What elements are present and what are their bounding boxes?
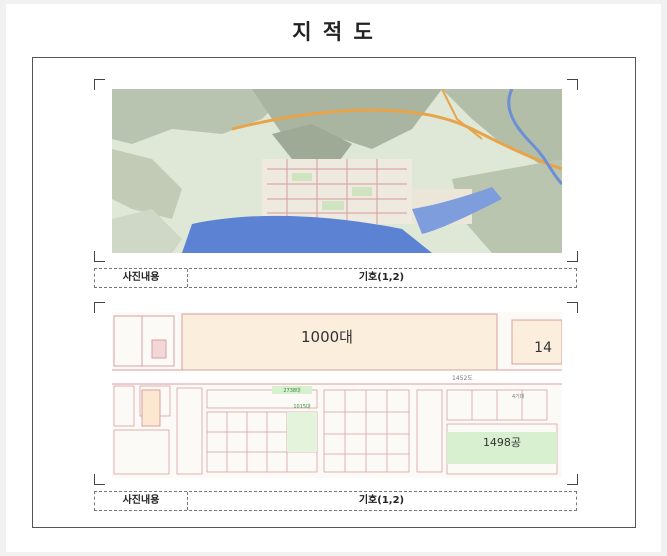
crop-mark-bottom-right: [567, 251, 578, 262]
parcel-label-bottom: 1498공: [483, 436, 521, 449]
crop-mark-bottom-left: [94, 474, 105, 485]
parcel-label-mid: 1015대: [293, 403, 311, 410]
caption-value: 기호(1,2): [358, 272, 405, 283]
page-title: 지 적 도: [292, 20, 375, 44]
caption-label: 사진내용: [95, 492, 188, 510]
caption-value: 기호(1,2): [358, 495, 405, 506]
crop-mark-bottom-right: [567, 474, 578, 485]
crop-mark-bottom-left: [94, 251, 105, 262]
parcel-label-right: 14: [534, 340, 552, 356]
cadastral-overview-map: [112, 89, 562, 253]
photo-caption-row-2: 사진내용 기호(1,2): [94, 491, 577, 511]
crop-mark-top-left: [94, 302, 105, 313]
crop-mark-top-right: [567, 79, 578, 90]
photo-caption-row-1: 사진내용 기호(1,2): [94, 268, 577, 288]
crop-mark-top-right: [567, 302, 578, 313]
parcel-label-small: 2738대: [283, 387, 301, 394]
caption-label: 사진내용: [95, 269, 188, 287]
parcel-label-main: 1000대: [301, 328, 353, 346]
parcel-label-side: 4기대: [512, 393, 525, 400]
crop-mark-top-left: [94, 79, 105, 90]
road-label: 1452도: [452, 375, 473, 382]
cadastral-parcel-map: 1000대 14 1452도 2738대 1015대 4기대 1498공: [112, 312, 562, 478]
